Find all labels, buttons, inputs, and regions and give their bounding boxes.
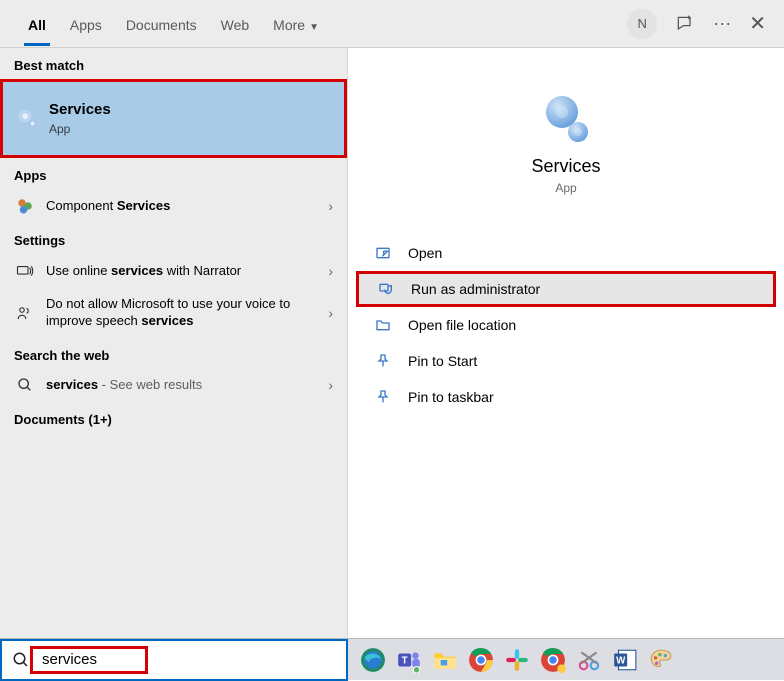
chevron-right-icon: › [328, 305, 333, 321]
action-list: Open Run as administrator Open file loca… [348, 235, 784, 415]
preview-subtitle: App [555, 181, 576, 195]
results-panel: Best match Services App Apps Component S… [0, 48, 348, 638]
search-icon [14, 377, 36, 393]
taskbar-icons: T W [348, 645, 676, 675]
action-label: Open [408, 245, 442, 261]
settings-section-label: Settings [0, 223, 347, 254]
best-match-subtitle: App [49, 122, 330, 138]
taskbar-teams-icon[interactable]: T [394, 645, 424, 675]
taskbar-slack-icon[interactable] [502, 645, 532, 675]
chevron-right-icon: › [328, 198, 333, 214]
taskbar-snip-icon[interactable] [574, 645, 604, 675]
result-speech-services[interactable]: Do not allow Microsoft to use your voice… [0, 288, 347, 338]
action-pin-to-start[interactable]: Pin to Start [348, 343, 784, 379]
search-icon [12, 651, 30, 669]
services-large-icon [542, 94, 590, 142]
result-label: Component Services [46, 198, 328, 215]
documents-section-label: Documents (1+) [0, 402, 347, 433]
preview-panel: Services App Open Run as administrator O… [348, 48, 784, 638]
apps-section-label: Apps [0, 158, 347, 189]
action-open[interactable]: Open [348, 235, 784, 271]
action-open-file-location[interactable]: Open file location [348, 307, 784, 343]
search-input[interactable] [40, 650, 336, 669]
taskbar: T W [0, 638, 784, 680]
close-icon[interactable]: ✕ [749, 11, 766, 36]
result-label: Do not allow Microsoft to use your voice… [46, 296, 328, 330]
open-icon [372, 245, 394, 261]
result-narrator-services[interactable]: Use online services with Narrator › [0, 254, 347, 288]
narrator-icon [14, 262, 36, 280]
chevron-right-icon: › [328, 263, 333, 279]
start-search-window: All Apps Documents Web More▼ N ··· ✕ Bes… [0, 0, 784, 680]
pin-icon [372, 389, 394, 405]
action-pin-to-taskbar[interactable]: Pin to taskbar [348, 379, 784, 415]
preview-title: Services [531, 156, 600, 177]
filter-tabs: All Apps Documents Web More▼ N ··· ✕ [0, 0, 784, 48]
tab-web[interactable]: Web [209, 3, 262, 45]
tab-documents[interactable]: Documents [114, 3, 209, 45]
result-component-services[interactable]: Component Services › [0, 189, 347, 223]
taskbar-paint-icon[interactable] [646, 645, 676, 675]
more-options-icon[interactable]: ··· [713, 13, 731, 34]
admin-shield-icon [375, 281, 397, 297]
result-label: Use online services with Narrator [46, 263, 328, 280]
best-match-title: Services [49, 100, 330, 120]
result-label: services - See web results [46, 377, 328, 394]
action-label: Pin to taskbar [408, 389, 494, 405]
tab-all[interactable]: All [16, 3, 58, 45]
speech-privacy-icon [14, 304, 36, 322]
preview-card: Services App [358, 64, 774, 211]
chevron-right-icon: › [328, 377, 333, 393]
taskbar-chrome-icon[interactable] [466, 645, 496, 675]
action-run-as-administrator[interactable]: Run as administrator [356, 271, 776, 307]
result-web-services[interactable]: services - See web results › [0, 369, 347, 402]
action-label: Run as administrator [411, 281, 540, 297]
svg-text:T: T [402, 655, 408, 666]
svg-text:W: W [616, 655, 626, 666]
folder-icon [372, 317, 394, 333]
action-label: Open file location [408, 317, 516, 333]
feedback-icon[interactable] [675, 14, 695, 34]
pin-icon [372, 353, 394, 369]
best-match-label: Best match [0, 48, 347, 79]
component-services-icon [14, 197, 36, 215]
taskbar-word-icon[interactable]: W [610, 645, 640, 675]
taskbar-chrome-canary-icon[interactable] [538, 645, 568, 675]
taskbar-search[interactable] [0, 639, 348, 681]
taskbar-explorer-icon[interactable] [430, 645, 460, 675]
tab-apps[interactable]: Apps [58, 3, 114, 45]
web-section-label: Search the web [0, 338, 347, 369]
services-gear-icon [17, 108, 39, 130]
taskbar-edge-icon[interactable] [358, 645, 388, 675]
action-label: Pin to Start [408, 353, 477, 369]
best-match-result[interactable]: Services App [0, 79, 347, 158]
tab-more[interactable]: More▼ [261, 3, 331, 45]
user-avatar[interactable]: N [627, 9, 657, 39]
